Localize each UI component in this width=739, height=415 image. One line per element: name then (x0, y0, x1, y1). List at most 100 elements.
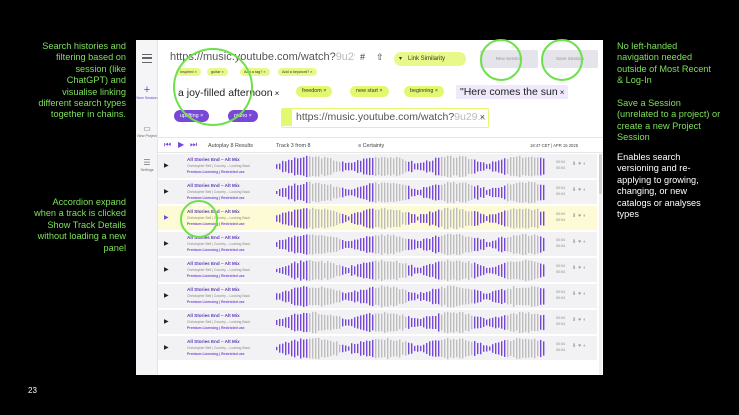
waveform-bar (483, 162, 485, 171)
play-icon[interactable]: ▶ (178, 138, 184, 152)
waveform-bar (438, 340, 440, 357)
waveform-bar (363, 262, 365, 279)
hash-icon[interactable]: # (360, 52, 365, 62)
waveform-bar (420, 162, 422, 171)
waveform-bar (294, 313, 296, 332)
track-actions: ⬇♥◐ (572, 213, 588, 219)
rail-new-project[interactable]: ▭ New Project (136, 124, 158, 138)
waveform[interactable] (276, 259, 546, 282)
sort-certainty[interactable]: ≡ Certainty (358, 139, 384, 153)
play-icon[interactable]: ▶ (164, 162, 169, 169)
waveform-bar (288, 159, 290, 174)
waveform-bar (414, 214, 416, 223)
waveform-bar (495, 161, 497, 172)
track-title[interactable]: All Stories End – Alt Mix (187, 339, 240, 344)
waveform-bar (291, 263, 293, 278)
waveform-bar (534, 182, 536, 203)
session-timestamp: 18:47 CET | APR 15 2025 (530, 143, 579, 148)
play-icon[interactable]: ▶ (164, 188, 169, 195)
autoplay-label[interactable]: Autoplay 8 Results (208, 139, 253, 153)
waveform-bar (303, 339, 305, 358)
waveform-bar (435, 262, 437, 279)
play-icon[interactable]: ▶ (164, 292, 169, 299)
play-icon[interactable]: ▶ (164, 266, 169, 273)
toggle-icon[interactable]: ◐ (583, 161, 588, 167)
waveform-bar (432, 160, 434, 173)
play-icon[interactable]: ▶ (164, 344, 169, 351)
scrollbar-thumb[interactable] (599, 154, 602, 194)
waveform-bar (306, 313, 308, 332)
track-row[interactable]: ▶ All Stories End – Alt Mix Christopher Be… (158, 310, 597, 335)
play-icon[interactable]: ▶ (164, 318, 169, 325)
track-title[interactable]: All Stories End – Alt Mix (187, 313, 240, 318)
play-icon[interactable]: ▶ (164, 214, 169, 221)
waveform-bar (510, 341, 512, 356)
track-row[interactable]: ▶ All Stories End – Alt Mix Christopher Be… (158, 284, 597, 309)
waveform-bar (453, 312, 455, 333)
waveform-bar (528, 157, 530, 176)
waveform[interactable] (276, 181, 546, 204)
waveform-bar (444, 312, 446, 333)
track-duration: 00:04 (556, 166, 565, 170)
rail-new-session[interactable]: + New Session (136, 85, 158, 101)
url-search-input[interactable]: https://music.youtube.com/watch?9u29... × (281, 108, 489, 128)
track-row[interactable]: ▶ All Stories End – Alt Mix Christopher Be… (158, 180, 597, 205)
waveform[interactable] (276, 311, 546, 334)
waveform-bar (306, 182, 308, 203)
waveform-bar (408, 185, 410, 200)
track-title[interactable]: All Stories End – Alt Mix (187, 183, 240, 188)
rail-settings[interactable]: ☰ Settings (136, 158, 158, 172)
waveform-bar (336, 265, 338, 276)
link-similarity-button[interactable]: Link Similarity (394, 52, 466, 66)
waveform[interactable] (276, 233, 546, 256)
keyword-chip[interactable]: beginning × (404, 86, 445, 97)
toggle-icon[interactable]: ◐ (583, 291, 588, 297)
keyword-chip[interactable]: freedom × (296, 86, 333, 97)
toggle-icon[interactable]: ◐ (583, 187, 588, 193)
prev-icon[interactable]: ⏮ (164, 138, 171, 152)
toggle-icon[interactable]: ◐ (583, 317, 588, 323)
track-row[interactable]: ▶ All Stories End – Alt Mix Christopher Be… (158, 258, 597, 283)
waveform[interactable] (276, 155, 546, 178)
waveform-bar (324, 287, 326, 306)
waveform[interactable] (276, 285, 546, 308)
waveform-bar (402, 237, 404, 252)
waveform[interactable] (276, 207, 546, 230)
upload-icon[interactable]: ⇧ (376, 52, 384, 63)
next-icon[interactable]: ⏭ (190, 138, 197, 152)
play-icon[interactable]: ▶ (164, 240, 169, 247)
tag-chip[interactable]: Add a keyword? × (278, 68, 317, 76)
track-title[interactable]: All Stories End – Alt Mix (187, 157, 240, 162)
track-row[interactable]: ▶ All Stories End – Alt Mix Christopher Be… (158, 154, 597, 179)
close-icon[interactable]: × (480, 109, 485, 126)
toggle-icon[interactable]: ◐ (583, 265, 588, 271)
waveform-bar (435, 184, 437, 201)
toggle-icon[interactable]: ◐ (583, 343, 588, 349)
waveform[interactable] (276, 337, 546, 360)
waveform-bar (435, 157, 437, 176)
track-title[interactable]: All Stories End – Alt Mix (187, 287, 240, 292)
waveform-bar (513, 313, 515, 332)
close-icon[interactable]: × (560, 88, 565, 97)
track-row[interactable]: ▶ All Stories End – Alt Mix Christopher Be… (158, 206, 597, 231)
toggle-icon[interactable]: ◐ (583, 213, 588, 219)
close-icon[interactable]: × (275, 89, 280, 98)
menu-icon[interactable] (142, 54, 152, 63)
waveform-bar (528, 260, 530, 281)
toggle-icon[interactable]: ◐ (583, 239, 588, 245)
waveform-bar (447, 337, 449, 360)
query-quote[interactable]: "Here comes the sun × (456, 85, 569, 99)
waveform-bar (486, 267, 488, 274)
track-title[interactable]: All Stories End – Alt Mix (187, 261, 240, 266)
keyword-chip[interactable]: new start × (350, 86, 389, 97)
track-row[interactable]: ▶ All Stories End – Alt Mix Christopher Be… (158, 336, 597, 361)
waveform-bar (363, 237, 365, 252)
waveform-bar (330, 314, 332, 331)
scrollbar[interactable] (599, 154, 602, 375)
waveform-bar (516, 156, 518, 177)
waveform-bar (360, 212, 362, 225)
track-duration: 00:04 (556, 342, 565, 346)
track-row[interactable]: ▶ All Stories End – Alt Mix Christopher Be… (158, 232, 597, 257)
waveform-bar (372, 236, 374, 253)
waveform-bar (372, 286, 374, 307)
